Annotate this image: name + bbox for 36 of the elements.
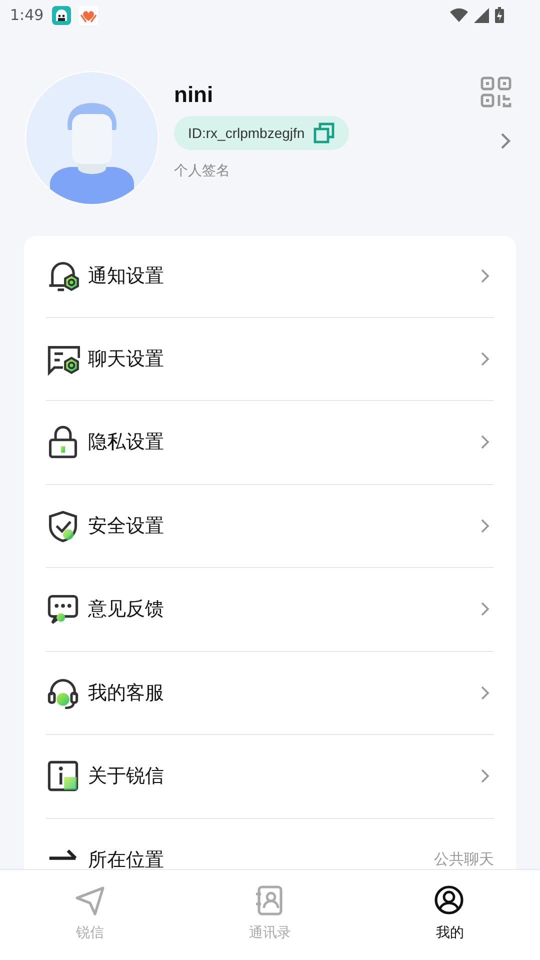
chevron-right-icon: [480, 268, 490, 284]
paper-plane-icon: [73, 884, 107, 918]
signature-text: 个人签名: [174, 162, 230, 180]
arrow-icon: [48, 848, 78, 861]
settings-row[interactable]: 通知设置: [46, 236, 494, 318]
bell-gear-icon: [46, 259, 80, 294]
wifi-icon: [450, 8, 468, 22]
chevron-right-icon: [480, 434, 490, 450]
settings-row[interactable]: 聊天设置: [46, 318, 494, 401]
status-time: 1:49: [10, 6, 44, 24]
chevron-right-icon: [480, 684, 490, 701]
lock-icon: [46, 425, 80, 460]
copy-icon: [312, 122, 335, 144]
settings-row[interactable]: 我的客服: [46, 652, 494, 735]
qr-code-icon[interactable]: [480, 76, 512, 108]
shield-check-icon: [46, 508, 80, 543]
info-icon: [46, 759, 80, 794]
row-value: 公共聊天: [434, 850, 494, 870]
user-name: nini: [174, 82, 214, 108]
chevron-right-icon: [480, 518, 490, 534]
chevron-right-icon[interactable]: [500, 132, 512, 150]
avatar[interactable]: [24, 70, 160, 206]
heart-hands-icon: [78, 6, 98, 24]
user-id-chip[interactable]: ID:rx_crlpmbzegjfn: [174, 116, 349, 150]
signal-icon: [474, 8, 489, 22]
settings-row[interactable]: 隐私设置: [46, 401, 494, 484]
chevron-right-icon: [480, 601, 490, 618]
settings-row[interactable]: 关于锐信: [46, 735, 494, 818]
battery-icon: [495, 7, 504, 23]
nav-tab[interactable]: 我的: [360, 870, 540, 960]
chevron-right-icon: [480, 350, 490, 367]
chevron-right-icon: [480, 768, 490, 784]
speech-bubble-icon: [46, 592, 80, 626]
settings-row[interactable]: 意见反馈: [46, 568, 494, 652]
app-notification-icon: [52, 6, 71, 24]
settings-row[interactable]: 安全设置: [46, 484, 494, 568]
